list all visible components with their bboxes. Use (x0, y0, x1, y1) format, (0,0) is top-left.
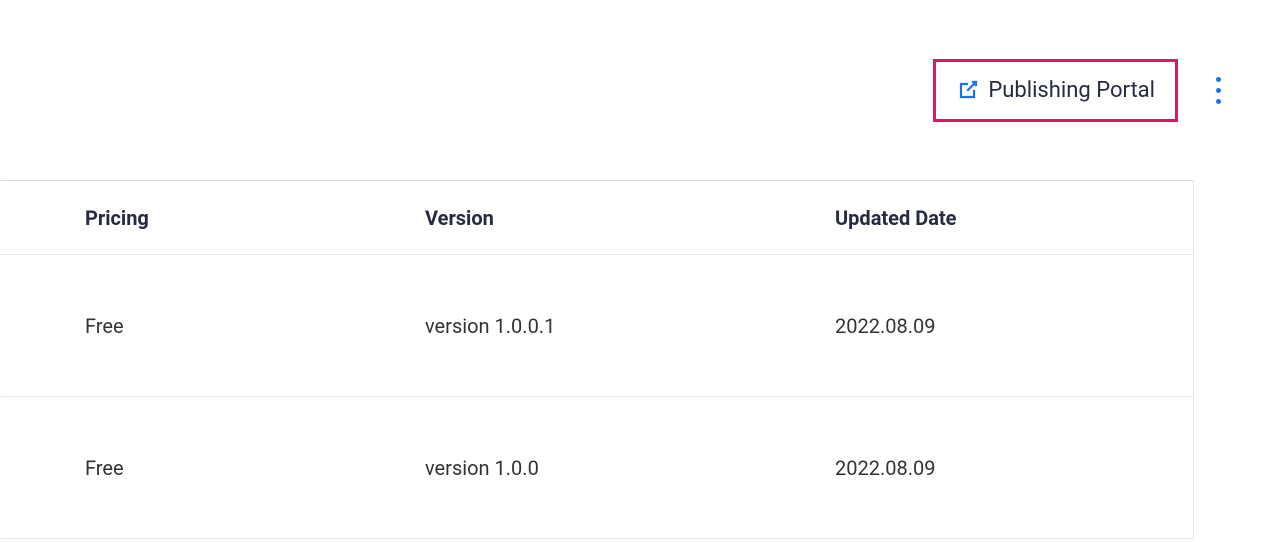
publishing-portal-label: Publishing Portal (988, 78, 1155, 103)
more-options-button[interactable] (1198, 70, 1238, 110)
external-link-icon (956, 78, 980, 102)
table-header-row: Pricing Version Updated Date (1, 181, 1193, 255)
kebab-menu-icon (1216, 74, 1221, 107)
column-header-pricing: Pricing (85, 206, 425, 230)
cell-updated: 2022.08.09 (835, 314, 1193, 338)
cell-updated: 2022.08.09 (835, 456, 1193, 480)
cell-version: version 1.0.0 (425, 456, 835, 480)
toolbar: Publishing Portal (0, 0, 1278, 180)
column-header-updated: Updated Date (835, 206, 1193, 230)
column-header-version: Version (425, 206, 835, 230)
table-row: Free version 1.0.0 2022.08.09 (1, 397, 1193, 539)
cell-pricing: Free (85, 314, 425, 338)
versions-table: Pricing Version Updated Date Free versio… (0, 180, 1194, 539)
publishing-portal-link[interactable]: Publishing Portal (933, 59, 1178, 122)
cell-version: version 1.0.0.1 (425, 314, 835, 338)
table-row: Free version 1.0.0.1 2022.08.09 (1, 255, 1193, 397)
cell-pricing: Free (85, 456, 425, 480)
